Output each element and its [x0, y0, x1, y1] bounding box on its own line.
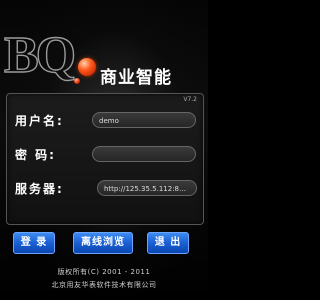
password-field[interactable] — [92, 146, 196, 162]
login-button[interactable]: 登 录 — [13, 232, 55, 254]
app-logo: BQ 商业智能 — [3, 27, 204, 88]
password-row: 密 码: — [7, 144, 203, 166]
server-label: 服务器: — [15, 182, 64, 196]
logo-mark: BQ — [3, 27, 77, 84]
logo-ball-icon — [78, 58, 96, 76]
version-label: V7.2 — [183, 96, 197, 103]
exit-button[interactable]: 退 出 — [147, 232, 189, 254]
username-label: 用户名: — [15, 114, 64, 128]
copyright-text: 版权所有(C) 2001 - 2011 — [57, 268, 151, 276]
server-field[interactable]: http://125.35.5.112:8083/BISer... — [97, 180, 197, 196]
offline-browse-button[interactable]: 离线浏览 — [73, 232, 133, 254]
username-row: 用户名: demo — [7, 110, 203, 132]
server-row: 服务器: http://125.35.5.112:8083/BISer... — [7, 178, 203, 200]
company-text: 北京用友华表软件技术有限公司 — [51, 281, 157, 289]
password-label: 密 码: — [15, 148, 56, 162]
username-field[interactable]: demo — [92, 112, 196, 128]
login-panel: V7.2 用户名: demo 密 码: 服务器: http://125.35.5… — [6, 93, 204, 225]
logo-small-ball-icon — [74, 78, 80, 84]
product-name: 商业智能 — [100, 68, 172, 88]
